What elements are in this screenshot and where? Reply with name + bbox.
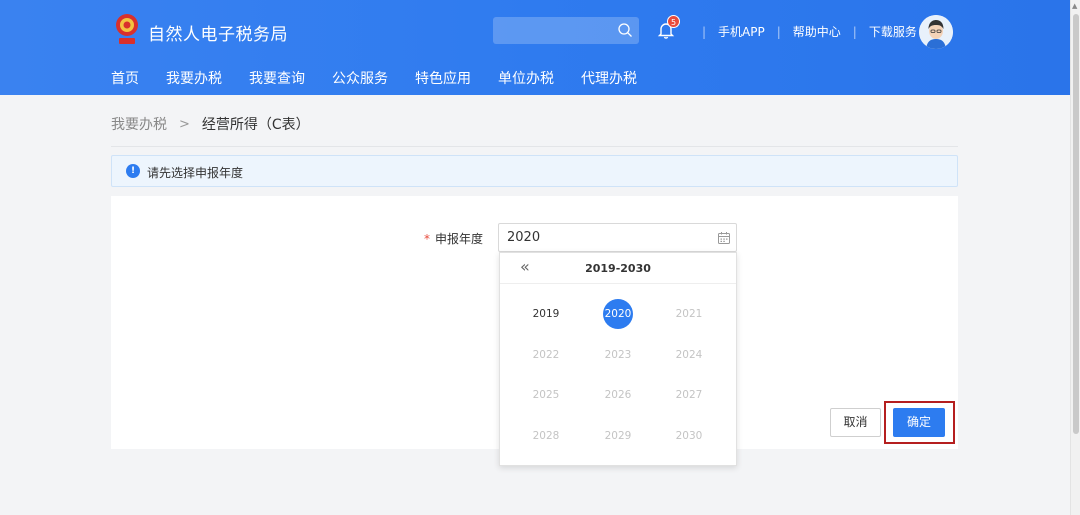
nav-item-agent-tax[interactable]: 代理办税 — [581, 68, 637, 88]
link-separator: | — [702, 24, 707, 39]
search-icon[interactable] — [617, 22, 633, 38]
year-cell-2026[interactable]: 2026 — [603, 380, 633, 410]
nav-item-home[interactable]: 首页 — [111, 68, 139, 88]
link-separator: | — [852, 24, 857, 39]
breadcrumb: 我要办税 > 经营所得（C表） — [111, 114, 310, 134]
year-cell-2030[interactable]: 2030 — [674, 421, 704, 451]
year-cell-2023[interactable]: 2023 — [603, 340, 633, 370]
notice-text: 请先选择申报年度 — [147, 166, 244, 180]
app-title: 自然人电子税务局 — [148, 25, 288, 45]
nav-item-public-service[interactable]: 公众服务 — [332, 68, 388, 88]
year-picker-dropdown: « 2019-2030 2019 2020 2021 2022 2023 2024 2025… — [499, 252, 737, 466]
cancel-button[interactable]: 取消 — [830, 408, 881, 437]
year-cell-2025[interactable]: 2025 — [531, 380, 561, 410]
year-field-label: * 申报年度 — [424, 230, 483, 247]
vertical-scrollbar[interactable]: ▲ — [1070, 0, 1080, 515]
year-cell-2019[interactable]: 2019 — [531, 299, 561, 329]
breadcrumb-parent[interactable]: 我要办税 — [111, 114, 167, 134]
year-picker-header: « 2019-2030 — [500, 253, 736, 284]
scroll-thumb[interactable] — [1073, 14, 1079, 434]
divider — [111, 146, 958, 147]
mobile-app-link[interactable]: 手机APP — [718, 23, 765, 40]
year-select-input[interactable]: 2020 — [498, 223, 737, 252]
year-cell-2020[interactable]: 2020 — [603, 299, 633, 329]
scroll-up-arrow-icon[interactable]: ▲ — [1072, 2, 1077, 10]
link-separator: | — [776, 24, 781, 39]
user-avatar[interactable] — [919, 15, 953, 49]
search-input[interactable] — [493, 17, 639, 44]
main-nav: 首页 我要办税 我要查询 公众服务 特色应用 单位办税 代理办税 — [111, 68, 664, 88]
year-cell-2029[interactable]: 2029 — [603, 421, 633, 451]
chevron-right-icon: > — [179, 116, 190, 132]
year-select-value: 2020 — [507, 230, 541, 245]
nav-item-unit-tax[interactable]: 单位办税 — [498, 68, 554, 88]
nav-item-query[interactable]: 我要查询 — [249, 68, 305, 88]
year-cell-2027[interactable]: 2027 — [674, 380, 704, 410]
year-cell-2022[interactable]: 2022 — [531, 340, 561, 370]
info-notice: ! 请先选择申报年度 — [111, 155, 958, 187]
top-header: 自然人电子税务局 5 | 手机APP | 帮助中心 | 下载服务 首页 我要办税… — [0, 0, 1070, 95]
top-links: | 手机APP | 帮助中心 | 下载服务 — [690, 23, 917, 40]
breadcrumb-current: 经营所得（C表） — [201, 117, 310, 133]
confirm-button[interactable]: 确定 — [893, 408, 945, 437]
download-service-link[interactable]: 下载服务 — [869, 23, 917, 40]
tax-emblem-icon — [116, 14, 138, 44]
info-icon: ! — [126, 164, 140, 178]
year-field-label-text: 申报年度 — [435, 232, 484, 246]
nav-item-featured-apps[interactable]: 特色应用 — [415, 68, 471, 88]
calendar-icon[interactable] — [717, 231, 731, 245]
nav-item-tax-handling[interactable]: 我要办税 — [166, 68, 222, 88]
help-center-link[interactable]: 帮助中心 — [793, 23, 841, 40]
year-cell-2021[interactable]: 2021 — [674, 299, 704, 329]
year-range-label: 2019-2030 — [585, 262, 651, 275]
notification-badge: 5 — [667, 15, 680, 28]
year-cell-2024[interactable]: 2024 — [674, 340, 704, 370]
year-cell-2028[interactable]: 2028 — [531, 421, 561, 451]
avatar-icon — [919, 15, 953, 49]
required-mark: * — [424, 232, 430, 246]
